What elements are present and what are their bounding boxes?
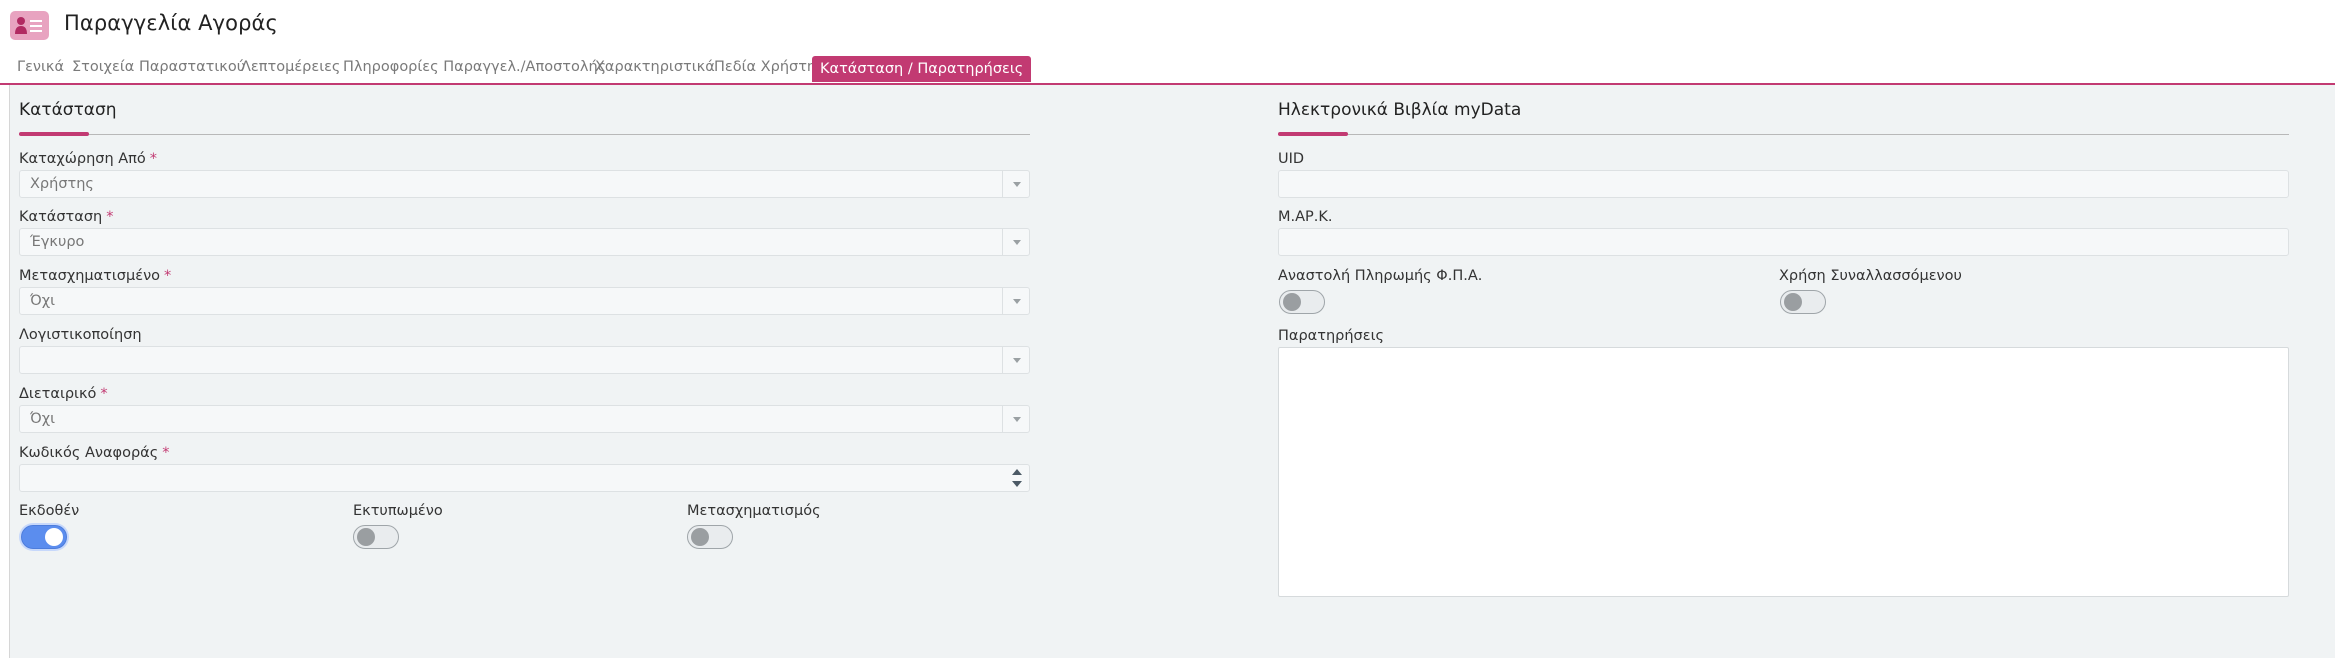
status-label: Κατάσταση * (19, 209, 114, 225)
created-by-label: Καταχώρηση Από * (19, 151, 158, 167)
mark-input[interactable] (1278, 228, 2289, 256)
tab-line-details[interactable]: Λεπτομέρειες (241, 59, 340, 75)
use-counterparty-toggle[interactable] (1780, 290, 1826, 314)
printed-toggle[interactable] (353, 525, 399, 549)
mydata-section-divider (1278, 132, 2289, 136)
use-counterparty-label: Χρήση Συναλλασσόμενου (1779, 268, 1962, 284)
created-by-select[interactable]: Χρήστης (19, 170, 1030, 198)
issued-label: Εκδοθέν (19, 503, 80, 519)
transformed-label: Μετασχηματισμένο * (19, 268, 172, 284)
status-section-title: Κατάσταση (19, 100, 117, 120)
mark-label: Μ.ΑΡ.Κ. (1278, 209, 1333, 225)
number-stepper[interactable] (1003, 465, 1029, 491)
tab-general[interactable]: Γενικά (17, 59, 64, 75)
tab-document-details[interactable]: Στοιχεία Παραστατικού (72, 59, 245, 75)
tab-characteristics[interactable]: Χαρακτηριστικά (595, 59, 715, 75)
printed-label: Εκτυπωμένο (353, 503, 443, 519)
vat-suspension-label: Αναστολή Πληρωμής Φ.Π.Α. (1278, 268, 1483, 284)
page-title: Παραγγελία Αγοράς (64, 11, 278, 35)
uid-input[interactable] (1278, 170, 2289, 198)
intercompany-select[interactable]: Όχι (19, 405, 1030, 433)
uid-label: UID (1278, 151, 1305, 167)
vat-suspension-toggle[interactable] (1279, 290, 1325, 314)
tab-status-notes[interactable]: Κατάσταση / Παρατηρήσεις (812, 56, 1032, 82)
intercompany-label: Διεταιρικό * (19, 386, 108, 402)
tab-user-fields[interactable]: Πεδία Χρήστη (714, 59, 816, 75)
reference-code-input[interactable] (19, 464, 1030, 492)
status-section-divider (19, 132, 1030, 136)
chevron-down-icon[interactable] (1002, 347, 1029, 373)
status-select[interactable]: Έγκυρο (19, 228, 1030, 256)
transformation-label: Μετασχηματισμός (687, 503, 821, 519)
notes-label: Παρατηρήσεις (1278, 328, 1384, 344)
accounting-label: Λογιστικοποίηση (19, 327, 142, 343)
transformation-toggle[interactable] (687, 525, 733, 549)
top-bar: Παραγγελία Αγοράς (0, 0, 2335, 52)
reference-code-label: Κωδικός Αναφοράς * (19, 445, 170, 461)
form-content: Κατάσταση Καταχώρηση Από * Χρήστης Κατάστ… (9, 85, 2335, 658)
notes-textarea[interactable] (1278, 347, 2289, 597)
issued-toggle[interactable] (21, 525, 67, 549)
chevron-down-icon[interactable] (1002, 406, 1029, 432)
chevron-down-icon[interactable] (1002, 288, 1029, 314)
user-card-icon (10, 11, 49, 40)
chevron-down-icon[interactable] (1002, 229, 1029, 255)
accounting-select[interactable] (19, 346, 1030, 374)
tab-order-shipping-info[interactable]: Πληροφορίες Παραγγελ./Αποστολής (343, 59, 606, 75)
transformed-select[interactable]: Όχι (19, 287, 1030, 315)
mydata-section-title: Ηλεκτρονικά Βιβλία myData (1278, 100, 1522, 120)
chevron-down-icon[interactable] (1002, 171, 1029, 197)
tab-bar: Γενικά Στοιχεία Παραστατικού Λεπτομέρειε… (0, 55, 2335, 85)
